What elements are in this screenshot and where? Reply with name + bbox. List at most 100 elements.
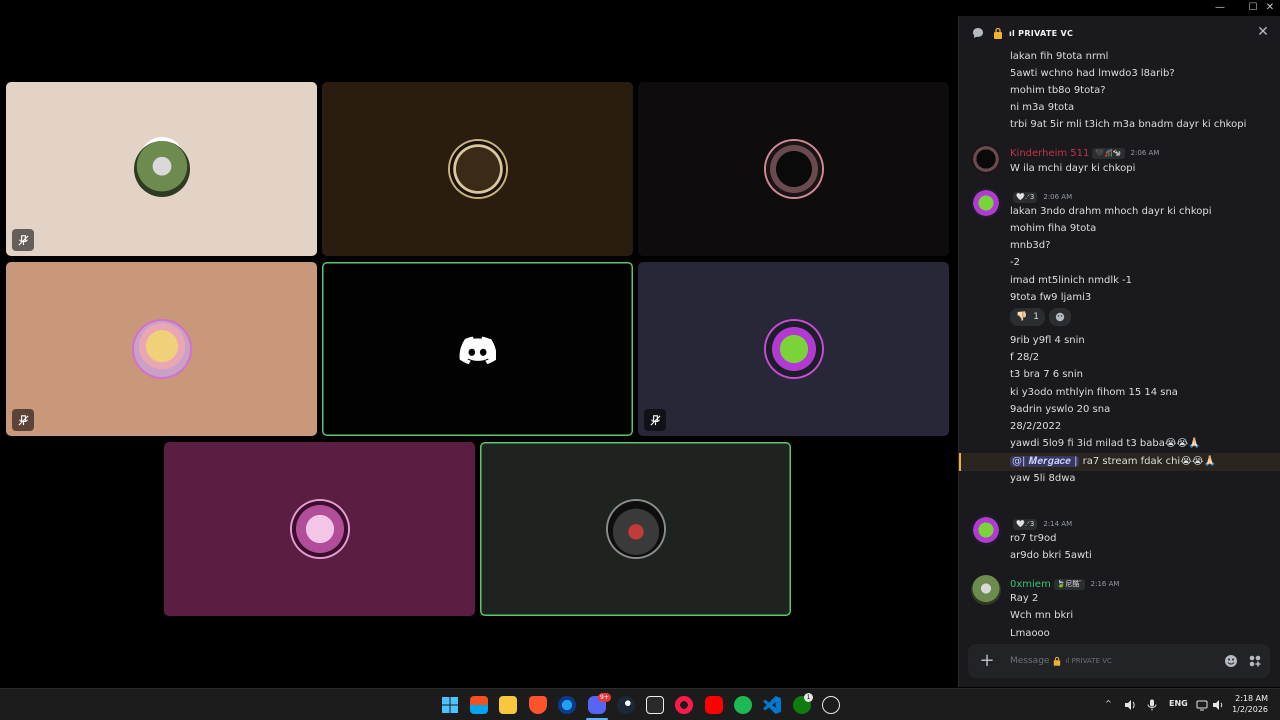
window-title-bar: — ☐ ✕ — [0, 0, 1280, 16]
message-line: 5awti wchno had lmwdo3 l8arib? — [1010, 68, 1175, 79]
message-line: lakan 3ndo drahm mhoch dayr ki chkopi — [1010, 206, 1212, 217]
system-clock[interactable]: 2:18 AM 1/2/2026 — [1232, 693, 1268, 715]
timestamp: 2:06 AM — [1043, 193, 1073, 201]
message-line: ki y3odo mthlyin fihom 15 14 sna — [1010, 387, 1178, 398]
user-mention[interactable]: @| 𝑴𝒆𝒓𝒈𝒂𝒄𝒆 | — [1010, 456, 1080, 467]
message-placeholder-channel: ıl PRIVATE VC — [1065, 657, 1112, 665]
plus-icon[interactable]: + — [968, 644, 1006, 678]
participant-tile-6[interactable] — [638, 262, 949, 436]
minimize-icon[interactable]: — — [1209, 1, 1231, 15]
user-tag: 🖤🎢🐄 — [1092, 147, 1125, 159]
message-line: @| 𝑴𝒆𝒓𝒈𝒂𝒄𝒆 | ra7 stream fdak chi😭😭🙏🏻 — [1010, 455, 1216, 469]
author-name[interactable]: Kinderheim 511 — [1010, 148, 1089, 159]
chat-header: ıl PRIVATE VC ✕ — [959, 16, 1280, 50]
lock-icon — [994, 27, 1002, 39]
user-tag: 🤍.ᐟ3 — [1013, 518, 1038, 530]
message-header: 0xmiem 🍃尼酷 ̈ 2:16 AM — [1010, 577, 1119, 592]
chat-bubble-icon — [973, 28, 983, 38]
message-line: 9adrin yswlo 20 sna — [1010, 404, 1111, 415]
participant-tile-4[interactable] — [6, 262, 317, 436]
add-reaction-icon — [1055, 312, 1065, 322]
message-line: mohim fiha 9tota — [1010, 223, 1097, 234]
message-line: 9tota fw9 ljami3 — [1010, 292, 1092, 303]
edge-browser-icon[interactable] — [558, 696, 576, 714]
message-header: 🤍.ᐟ3 2:14 AM — [1010, 517, 1072, 532]
mute-icon — [12, 409, 34, 431]
apps-icon[interactable] — [1248, 654, 1262, 668]
app-circle-icon[interactable] — [822, 696, 840, 714]
message-header: 🤍.ᐟ3 2:06 AM — [1010, 190, 1072, 205]
brave-browser-icon[interactable] — [529, 696, 547, 714]
clock-time: 2:18 AM — [1235, 694, 1268, 703]
message-line: yawdi 5lo9 fi 3id milad t3 baba😭😭🙏🏻 — [1010, 438, 1201, 449]
message-line: yaw 5li 8dwa — [1010, 473, 1076, 484]
vscode-icon[interactable] — [763, 696, 781, 714]
epic-games-icon[interactable] — [646, 696, 664, 714]
add-reaction-button[interactable] — [1048, 308, 1071, 326]
close-icon[interactable]: ✕ — [1259, 1, 1280, 15]
avatar[interactable] — [971, 144, 1001, 174]
mention-text: ra7 stream fdak chi😭😭🙏🏻 — [1079, 456, 1217, 467]
clock-date: 1/2/2026 — [1232, 705, 1268, 714]
close-panel-icon[interactable]: ✕ — [1256, 25, 1270, 39]
discord-badge: 9+ — [598, 693, 611, 702]
timestamp: 2:16 AM — [1090, 580, 1120, 588]
participant-tile-3[interactable] — [638, 82, 949, 256]
message-line: Ray 2 — [1010, 593, 1039, 604]
participant-tile-5[interactable] — [322, 262, 633, 436]
avatar — [607, 501, 664, 557]
avatar[interactable] — [971, 575, 1001, 605]
avatar — [765, 321, 822, 377]
message-line: trbi 9at 5ir mli t3ich m3a bnadm dayr ki… — [1010, 119, 1247, 130]
participant-tile-2[interactable] — [322, 82, 633, 256]
timestamp: 2:14 AM — [1043, 520, 1073, 528]
youtube-icon[interactable] — [705, 696, 723, 714]
microsoft-store-icon[interactable] — [470, 696, 488, 714]
message-line: ar9do bkri 5awti — [1010, 550, 1092, 561]
mute-icon — [644, 409, 666, 431]
message-line: -2 — [1010, 257, 1020, 268]
music-app-icon[interactable] — [675, 696, 693, 714]
participant-tile-1[interactable] — [6, 82, 317, 256]
screen: — ☐ ✕ ıl PRIVATE VC ✕ lakan fih 9tota nr… — [0, 0, 1280, 720]
language-indicator[interactable]: ENG — [1169, 699, 1188, 708]
avatar — [449, 141, 506, 197]
xbox-badge: 1 — [804, 693, 813, 702]
speaker-icon[interactable] — [1124, 699, 1136, 711]
reaction-button[interactable]: 👎🏻 1 — [1010, 308, 1045, 326]
network-icon[interactable] — [1196, 699, 1208, 711]
message-line: 9rib y9fl 4 snin — [1010, 335, 1085, 346]
message-line: Wch mn bkri — [1010, 610, 1074, 621]
file-explorer-icon[interactable] — [499, 696, 517, 714]
participant-tile-7[interactable] — [164, 442, 475, 616]
participant-tile-8[interactable] — [480, 442, 791, 616]
avatar[interactable] — [971, 188, 1001, 218]
message-composer[interactable]: + Message ıl PRIVATE VC — [968, 644, 1270, 678]
avatar — [133, 141, 190, 197]
windows-start-icon[interactable] — [441, 696, 459, 714]
message-line: mohim tb8o 9tota? — [1010, 85, 1106, 96]
microphone-icon[interactable] — [1147, 699, 1157, 711]
reaction-emoji: 👎🏻 — [1016, 312, 1028, 322]
mute-icon — [12, 229, 34, 251]
message-line: mnb3d? — [1010, 240, 1051, 251]
author-name[interactable]: 0xmiem — [1010, 579, 1051, 590]
message-list: lakan fih 9tota nrml 5awti wchno had lmw… — [959, 50, 1280, 640]
voice-chat-panel: ıl PRIVATE VC ✕ lakan fih 9tota nrml 5aw… — [958, 16, 1280, 687]
chevron-up-icon[interactable]: ^ — [1105, 699, 1112, 708]
reaction-bar: 👎🏻 1 — [1010, 308, 1071, 326]
spotify-icon[interactable] — [734, 696, 752, 714]
emoji-icon[interactable] — [1224, 654, 1238, 668]
avatar — [765, 141, 822, 197]
avatar[interactable] — [971, 515, 1001, 545]
message-line: imad mt5linich nmdlk -1 — [1010, 275, 1133, 286]
steam-icon[interactable] — [617, 696, 635, 714]
message-line: t3 bra 7 6 snin — [1010, 369, 1083, 380]
user-tag: 🤍.ᐟ3 — [1013, 191, 1038, 203]
timestamp: 2:06 AM — [1130, 149, 1160, 157]
voice-stage — [0, 16, 955, 687]
channel-title: ıl PRIVATE VC — [1009, 28, 1074, 38]
discord-logo-icon — [459, 336, 496, 364]
lock-icon — [1054, 656, 1061, 666]
volume-icon[interactable] — [1212, 699, 1224, 711]
